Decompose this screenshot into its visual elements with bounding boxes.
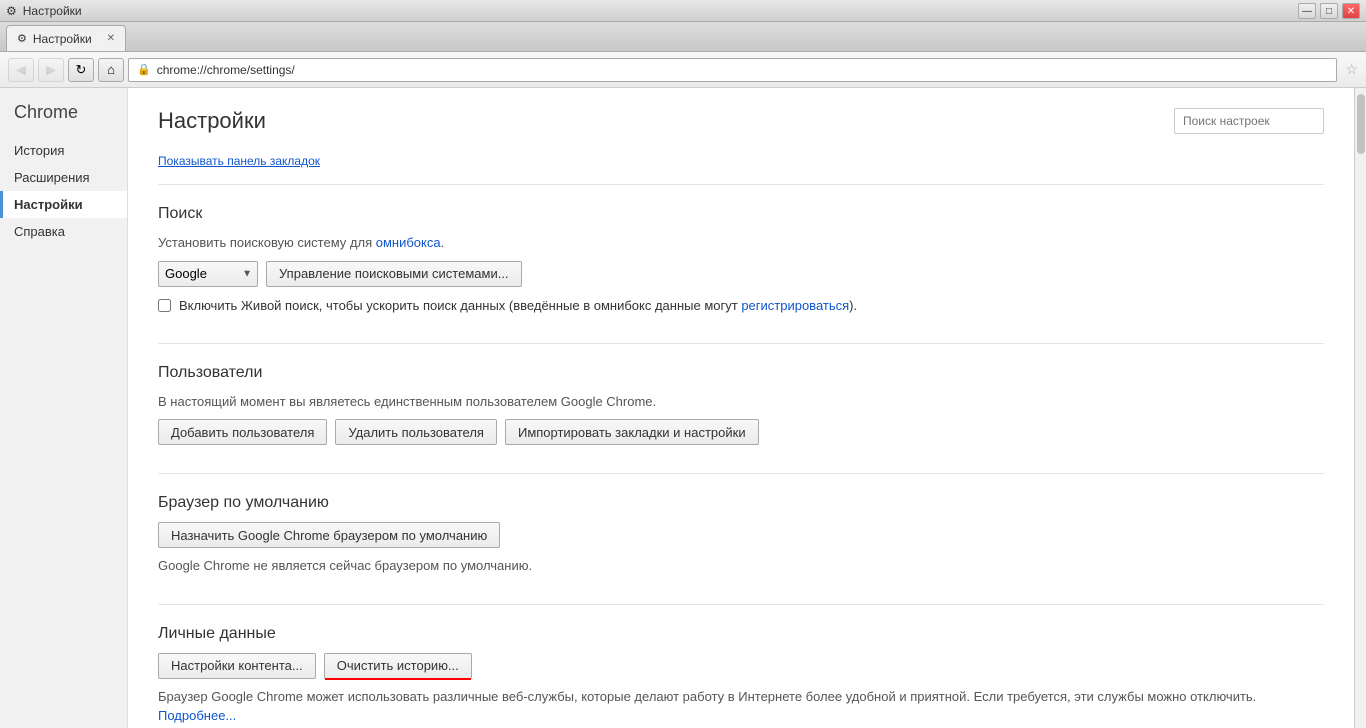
search-desc-suffix: . xyxy=(441,235,445,250)
default-browser-title: Браузер по умолчанию xyxy=(158,494,1324,512)
minimize-button[interactable]: — xyxy=(1298,3,1316,19)
title-bar: ⚙ Настройки — □ ✕ xyxy=(0,0,1366,22)
users-section-title: Пользователи xyxy=(158,364,1324,382)
title-bar-title: Настройки xyxy=(23,4,1360,18)
title-bar-icon: ⚙ xyxy=(6,4,17,18)
livesearch-checkbox-row: Включить Живой поиск, чтобы ускорить пои… xyxy=(158,297,1324,315)
tab-bar: ⚙ Настройки ✕ xyxy=(0,22,1366,52)
settings-tab[interactable]: ⚙ Настройки ✕ xyxy=(6,25,126,51)
sidebar-item-help[interactable]: Справка xyxy=(0,218,127,245)
manage-search-engines-button[interactable]: Управление поисковыми системами... xyxy=(266,261,522,287)
maximize-button[interactable]: □ xyxy=(1320,3,1338,19)
users-desc: В настоящий момент вы являетесь единстве… xyxy=(158,392,1324,412)
address-bar[interactable]: 🔒 chrome://chrome/settings/ xyxy=(128,58,1337,82)
address-lock-icon: 🔒 xyxy=(137,63,151,76)
scrollbar[interactable] xyxy=(1354,88,1366,728)
bookmark-star-icon[interactable]: ☆ xyxy=(1345,61,1358,78)
bookmark-bar-link[interactable]: Показывать панель закладок xyxy=(158,154,1324,168)
settings-content: Настройки Показывать панель закладок Пои… xyxy=(128,88,1354,728)
title-bar-controls: — □ ✕ xyxy=(1298,3,1360,19)
default-browser-section: Браузер по умолчанию Назначить Google Ch… xyxy=(158,494,1324,576)
import-bookmarks-button[interactable]: Импортировать закладки и настройки xyxy=(505,419,759,445)
search-engine-row: Google ▼ Управление поисковыми системами… xyxy=(158,261,1324,287)
search-section: Поиск Установить поисковую систему для о… xyxy=(158,205,1324,315)
home-button[interactable]: ⌂ xyxy=(98,58,124,82)
divider-4 xyxy=(158,604,1324,605)
back-button[interactable]: ◀ xyxy=(8,58,34,82)
omnibox-link[interactable]: омнибокса xyxy=(376,235,441,250)
address-text: chrome://chrome/settings/ xyxy=(157,63,1329,77)
sidebar-brand: Chrome xyxy=(0,102,127,137)
register-link[interactable]: регистрироваться xyxy=(741,298,849,313)
default-browser-btn-row: Назначить Google Chrome браузером по умо… xyxy=(158,522,1324,548)
sidebar-item-settings[interactable]: Настройки xyxy=(0,191,127,218)
divider-1 xyxy=(158,184,1324,185)
add-user-button[interactable]: Добавить пользователя xyxy=(158,419,327,445)
search-section-title: Поиск xyxy=(158,205,1324,223)
page-title: Настройки xyxy=(158,108,266,134)
set-default-browser-button[interactable]: Назначить Google Chrome браузером по умо… xyxy=(158,522,500,548)
tab-title-label: Настройки xyxy=(33,32,101,46)
default-browser-desc: Google Chrome не является сейчас браузер… xyxy=(158,556,1324,576)
content-settings-button[interactable]: Настройки контента... xyxy=(158,653,316,679)
remove-user-button[interactable]: Удалить пользователя xyxy=(335,419,497,445)
services-desc: Браузер Google Chrome может использовать… xyxy=(158,687,1324,726)
search-desc-text: Установить поисковую систему для xyxy=(158,235,376,250)
divider-2 xyxy=(158,343,1324,344)
forward-button[interactable]: ▶ xyxy=(38,58,64,82)
divider-3 xyxy=(158,473,1324,474)
close-button[interactable]: ✕ xyxy=(1342,3,1360,19)
tab-close-button[interactable]: ✕ xyxy=(107,33,115,44)
navigation-bar: ◀ ▶ ↻ ⌂ 🔒 chrome://chrome/settings/ ☆ xyxy=(0,52,1366,88)
services-desc-text: Браузер Google Chrome может использовать… xyxy=(158,689,1256,704)
search-engine-select[interactable]: Google xyxy=(158,261,258,287)
personal-data-title: Личные данные xyxy=(158,625,1324,643)
sidebar-item-extensions[interactable]: Расширения xyxy=(0,164,127,191)
search-desc: Установить поисковую систему для омнибок… xyxy=(158,233,1324,253)
search-engine-select-wrapper: Google ▼ xyxy=(158,261,258,287)
main-layout: Chrome История Расширения Настройки Спра… xyxy=(0,88,1366,728)
tab-favicon-icon: ⚙ xyxy=(17,32,27,45)
search-settings-input[interactable] xyxy=(1174,108,1324,134)
personal-data-btn-row: Настройки контента... Очистить историю..… xyxy=(158,653,1324,679)
clear-history-button[interactable]: Очистить историю... xyxy=(324,653,472,679)
more-details-link[interactable]: Подробнее... xyxy=(158,708,236,723)
settings-header: Настройки xyxy=(158,108,1324,134)
reload-button[interactable]: ↻ xyxy=(68,58,94,82)
sidebar: Chrome История Расширения Настройки Спра… xyxy=(0,88,128,728)
livesearch-label: Включить Живой поиск, чтобы ускорить пои… xyxy=(179,297,857,315)
personal-data-section: Личные данные Настройки контента... Очис… xyxy=(158,625,1324,728)
sidebar-item-history[interactable]: История xyxy=(0,137,127,164)
users-section: Пользователи В настоящий момент вы являе… xyxy=(158,364,1324,446)
users-btn-row: Добавить пользователя Удалить пользовате… xyxy=(158,419,1324,445)
livesearch-checkbox[interactable] xyxy=(158,299,171,312)
